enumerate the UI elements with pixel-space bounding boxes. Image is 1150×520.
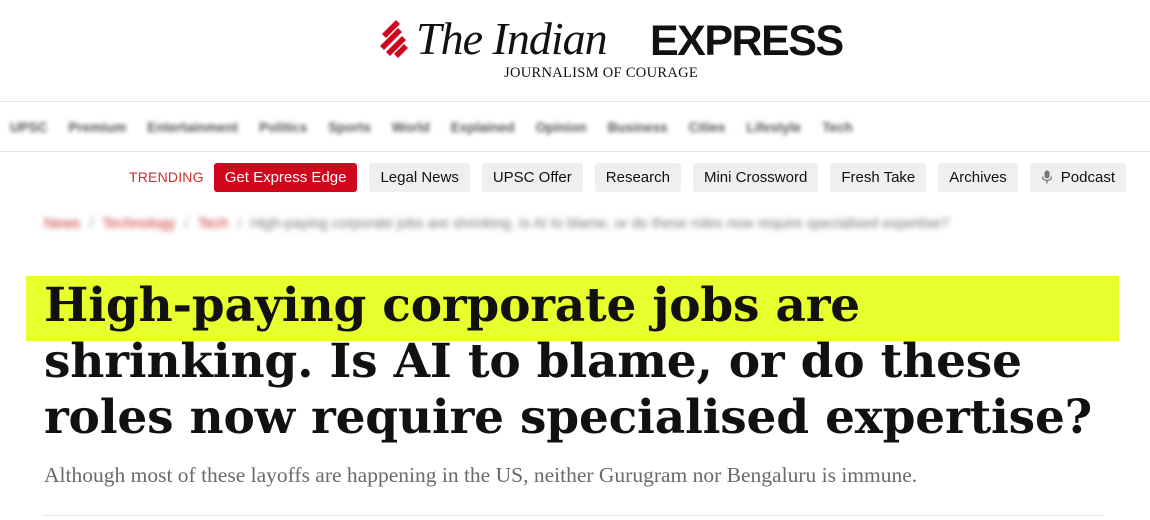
masthead: The Indian EXPRESS JOURNALISM OF COURAGE	[0, 0, 1150, 100]
main-nav-item-politics[interactable]: Politics	[259, 120, 307, 135]
main-nav: UPSC Premium Entertainment Politics Spor…	[0, 103, 1150, 151]
article-divider	[44, 515, 1104, 516]
main-nav-item-cities[interactable]: Cities	[689, 120, 726, 135]
microphone-icon	[1041, 170, 1052, 184]
main-nav-item-world[interactable]: World	[392, 120, 430, 135]
breadcrumb-separator: /	[184, 216, 189, 232]
logo-text-the-indian[interactable]: The Indian	[416, 13, 608, 65]
trending-label: TRENDING	[129, 169, 204, 185]
breadcrumb-current: High-paying corporate jobs are shrinking…	[250, 216, 950, 232]
trending-pill-legal-news[interactable]: Legal News	[369, 162, 470, 192]
breadcrumb-item-tech[interactable]: Tech	[198, 216, 229, 232]
trending-pill-archives[interactable]: Archives	[938, 162, 1018, 192]
main-nav-item-entertainment[interactable]: Entertainment	[147, 120, 238, 135]
nav-top-divider	[0, 101, 1150, 102]
trending-pill-podcast[interactable]: Podcast	[1029, 162, 1126, 192]
main-nav-item-lifestyle[interactable]: Lifestyle	[746, 120, 801, 135]
trending-bar: TRENDING Get Express Edge Legal News UPS…	[0, 162, 1150, 192]
trending-pill-upsc-offer[interactable]: UPSC Offer	[481, 162, 583, 192]
main-nav-item-premium[interactable]: Premium	[69, 120, 127, 135]
breadcrumb-separator: /	[237, 216, 242, 232]
main-nav-item-business[interactable]: Business	[608, 120, 668, 135]
logo-flame-icon[interactable]	[378, 18, 412, 62]
logo-text-express[interactable]: EXPRESS	[650, 15, 844, 67]
trending-pill-research[interactable]: Research	[594, 162, 681, 192]
main-nav-item-upsc[interactable]: UPSC	[10, 120, 48, 135]
article-subheadline: Although most of these layoffs are happe…	[44, 463, 918, 487]
tagline: JOURNALISM OF COURAGE	[504, 65, 699, 81]
article-headline: High-paying corporate jobs are shrinking…	[44, 278, 1092, 445]
nav-bottom-divider	[0, 151, 1150, 152]
breadcrumb-item-technology[interactable]: Technology	[102, 216, 175, 232]
breadcrumb-separator: /	[89, 216, 94, 232]
main-nav-item-tech[interactable]: Tech	[822, 120, 853, 135]
main-nav-item-sports[interactable]: Sports	[328, 120, 371, 135]
breadcrumb-item-news[interactable]: News	[44, 216, 80, 232]
podcast-label: Podcast	[1060, 168, 1115, 186]
trending-pill-express-edge[interactable]: Get Express Edge	[213, 162, 358, 192]
main-nav-item-explained[interactable]: Explained	[451, 120, 515, 135]
main-nav-item-opinion[interactable]: Opinion	[536, 120, 587, 135]
breadcrumb: News / Technology / Tech / High-paying c…	[44, 214, 949, 234]
trending-pill-mini-crossword[interactable]: Mini Crossword	[692, 162, 819, 192]
trending-pill-fresh-take[interactable]: Fresh Take	[830, 162, 927, 192]
